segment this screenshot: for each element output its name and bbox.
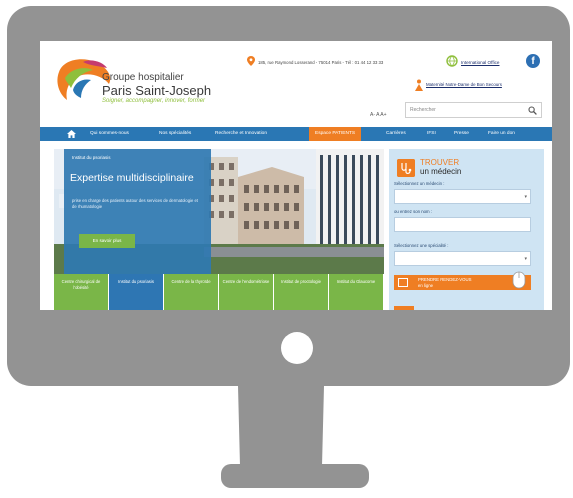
finder-title: TROUVER xyxy=(420,158,460,167)
logo-tagline: Soigner, accompagner, innover, former xyxy=(102,98,206,104)
institute-tile[interactable]: Institut de proctologie xyxy=(274,274,328,310)
book-appointment-line1: PRENDRE RENDEZ-VOUS xyxy=(418,277,472,282)
institute-tile[interactable]: Centre chirurgical de l'obésité xyxy=(54,274,108,310)
nav-item-recherche[interactable]: Recherche et Innovation xyxy=(215,127,267,141)
logo-line1: Groupe hospitalier xyxy=(102,72,184,83)
search-box[interactable]: Rechercher xyxy=(405,102,542,118)
doctor-select-label: Sélectionnez un médecin : xyxy=(394,181,445,186)
nav-item-carrieres[interactable]: Carrières xyxy=(386,127,406,141)
nav-item-qui-sommes-nous[interactable]: Qui sommes-nous xyxy=(90,127,129,141)
globe-icon xyxy=(446,55,458,67)
book-appointment-button[interactable]: PRENDRE RENDEZ-VOUS en ligne xyxy=(394,271,531,290)
institute-tile[interactable]: Centre de l'endométriose xyxy=(219,274,273,310)
search-icon[interactable] xyxy=(528,106,537,115)
maternity-icon xyxy=(415,79,423,91)
specialty-select[interactable]: ▾ xyxy=(394,251,531,266)
doctor-name-input[interactable] xyxy=(394,217,531,232)
book-appointment-line2: en ligne xyxy=(418,282,434,288)
finder-subtitle: un médecin xyxy=(420,167,462,176)
hero-panel: Institut du psoriasis Expertise multidis… xyxy=(64,149,211,274)
doctor-name-label: ou entrez son nom : xyxy=(394,209,432,214)
chevron-down-icon: ▾ xyxy=(524,194,527,200)
nav-item-faire-un-don[interactable]: Faire un don xyxy=(488,127,515,141)
institute-tiles: Centre chirurgical de l'obésité Institut… xyxy=(54,274,384,310)
mouse-icon xyxy=(512,271,526,289)
facebook-icon[interactable]: f xyxy=(526,54,540,68)
search-input[interactable]: Rechercher xyxy=(410,107,436,113)
maternite-link[interactable]: Maternité Notre-Dame de Bon Secours xyxy=(426,82,502,87)
nav-item-presse[interactable]: Presse xyxy=(454,127,469,141)
institute-tile[interactable]: Institut du psoriasis xyxy=(109,274,163,310)
hero-text: prise en charge des patients autour des … xyxy=(72,198,198,209)
address-text: 185, rue Raymond Losserand - 75014 Paris… xyxy=(258,60,384,65)
institute-tile[interactable]: Institut du Glaucome xyxy=(329,274,383,310)
book-appointment-label: PRENDRE RENDEZ-VOUS en ligne xyxy=(418,277,471,288)
browser-screen: Groupe hospitalier Paris Saint-Joseph So… xyxy=(40,41,552,310)
location-pin-icon xyxy=(247,56,255,66)
hero-kicker: Institut du psoriasis xyxy=(72,155,111,160)
main-nav: Qui sommes-nous Nos spécialités Recherch… xyxy=(40,127,552,141)
panel-footer-tab[interactable] xyxy=(394,306,414,310)
institute-tile[interactable]: Centre de la thyroïde xyxy=(164,274,218,310)
chevron-down-icon: ▾ xyxy=(524,256,527,262)
site-header: Groupe hospitalier Paris Saint-Joseph So… xyxy=(40,41,552,127)
nav-item-espace-patients[interactable]: Espace PATIENTS xyxy=(309,127,362,141)
monitor-stand xyxy=(200,386,390,493)
logo-line2: Paris Saint-Joseph xyxy=(102,83,212,98)
specialty-select-label: Sélectionnez une spécialité : xyxy=(394,243,449,248)
power-button[interactable] xyxy=(281,332,313,364)
international-office-link[interactable]: International Office xyxy=(461,60,499,65)
find-doctor-panel: TROUVER un médecin Sélectionnez un médec… xyxy=(389,149,544,310)
home-icon[interactable] xyxy=(67,130,76,138)
hero-carousel[interactable]: Institut du psoriasis Expertise multidis… xyxy=(54,149,384,274)
nav-item-ifsi[interactable]: IFSI xyxy=(427,127,436,141)
nav-item-specialites[interactable]: Nos spécialités xyxy=(159,127,191,141)
calendar-icon xyxy=(398,278,408,287)
doctor-select[interactable]: ▾ xyxy=(394,189,531,204)
hero-more-button[interactable]: En savoir plus xyxy=(79,234,135,248)
hero-title: Expertise multidisciplinaire xyxy=(70,172,194,184)
stethoscope-icon xyxy=(397,159,415,177)
font-size-controls[interactable]: A- A A+ xyxy=(370,112,387,118)
